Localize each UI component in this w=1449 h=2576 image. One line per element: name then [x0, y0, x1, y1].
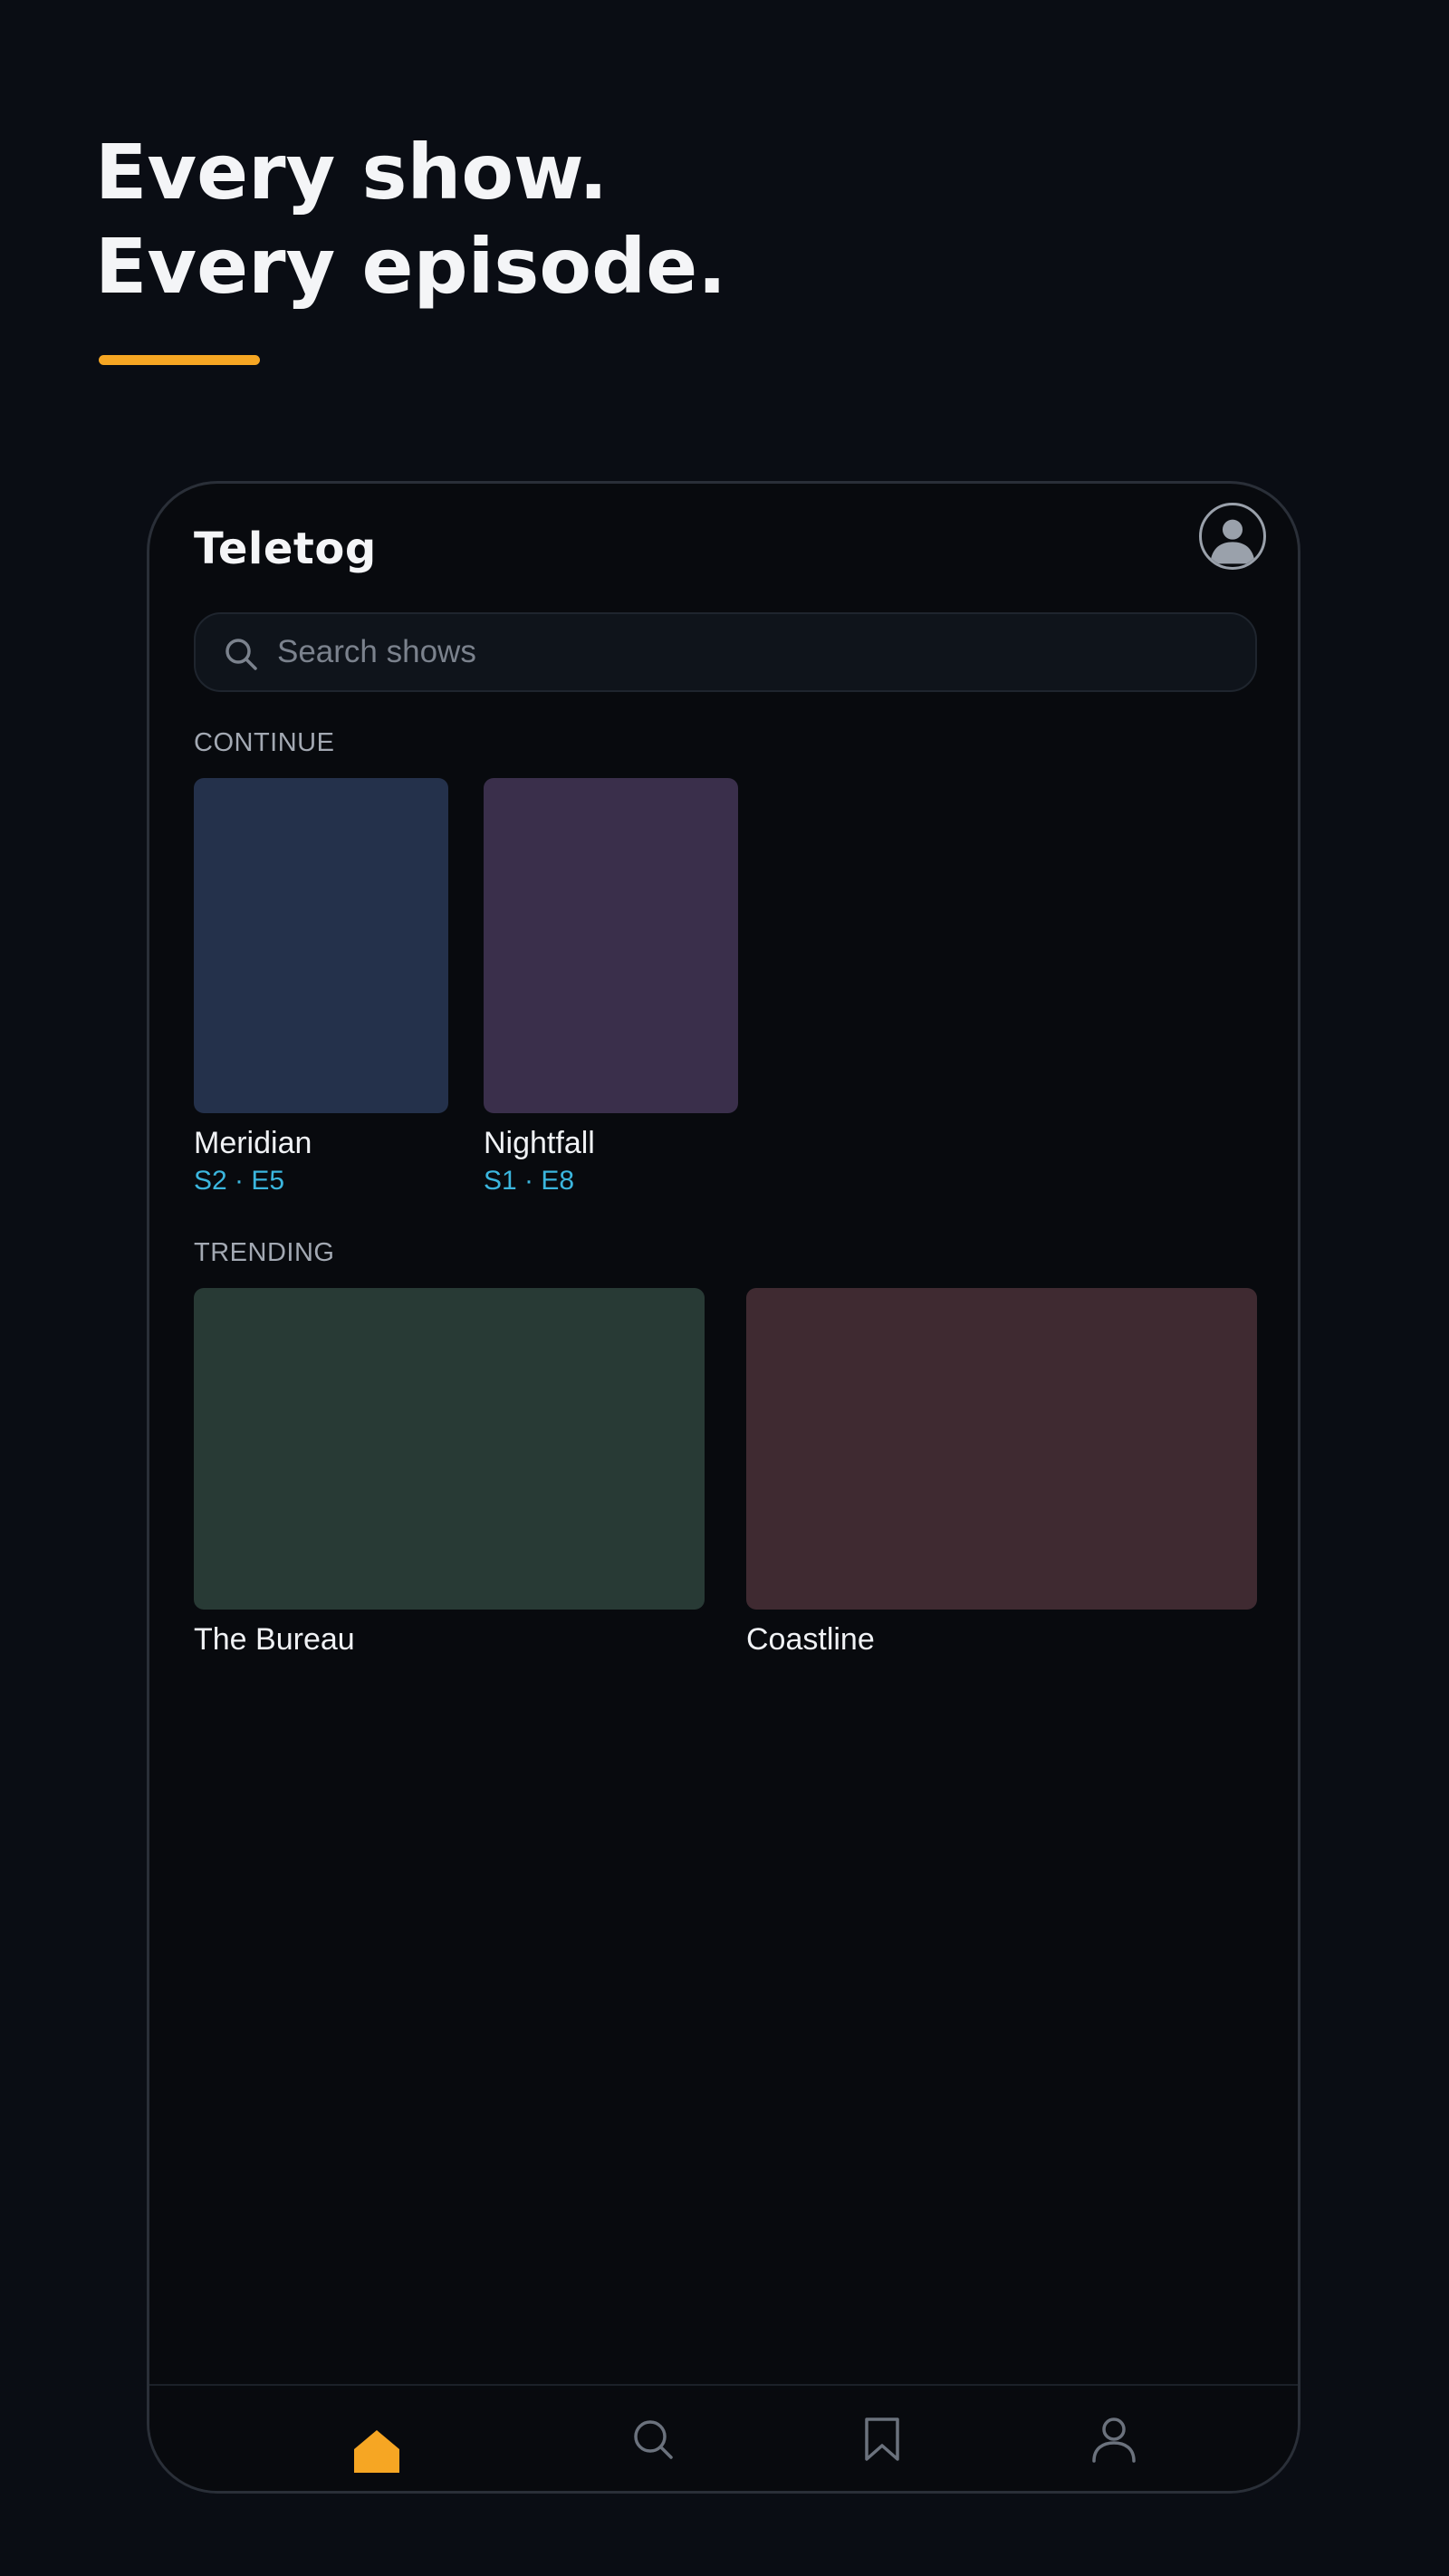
trending-card-coastline[interactable]: Coastline: [746, 1288, 1257, 1657]
nav-search-button[interactable]: [632, 2418, 674, 2460]
continue-card-meridian[interactable]: Meridian S2 · E5: [194, 778, 448, 1196]
hero-headline-line-2: Every episode.: [95, 222, 727, 311]
search-icon: [634, 2420, 673, 2459]
user-avatar-icon[interactable]: [1199, 503, 1266, 570]
phone-frame: Teletog CONTINUE Meridian S2 · E5 Nightf…: [147, 481, 1300, 2494]
nav-saved-button[interactable]: [864, 2417, 900, 2462]
hero-headline: Every show. Every episode.: [95, 125, 726, 313]
episode-progress: S2 · E5: [194, 1166, 285, 1196]
show-title: Coastline: [746, 1622, 875, 1657]
hero-accent-bar: [99, 355, 260, 365]
nav-home-button[interactable]: [353, 2429, 400, 2473]
bottom-nav: [149, 2384, 1298, 2491]
trending-section-label: TRENDING: [194, 1238, 335, 1267]
search-bar[interactable]: [194, 612, 1257, 692]
show-poster: [484, 778, 738, 1113]
bookmark-icon: [865, 2417, 899, 2461]
show-poster: [194, 778, 448, 1113]
continue-section-label: CONTINUE: [194, 728, 335, 757]
show-title: Nightfall: [484, 1126, 595, 1160]
show-poster: [194, 1288, 705, 1610]
continue-card-nightfall[interactable]: Nightfall S1 · E8: [484, 778, 738, 1196]
home-icon: [354, 2430, 399, 2473]
search-icon: [226, 639, 257, 670]
hero-headline-line-1: Every show.: [95, 128, 609, 216]
episode-progress: S1 · E8: [484, 1166, 575, 1196]
nav-profile-button[interactable]: [1091, 2416, 1137, 2463]
app-title: Teletog: [194, 524, 377, 574]
show-poster: [746, 1288, 1257, 1610]
search-input[interactable]: [277, 614, 1237, 690]
show-title: The Bureau: [194, 1622, 355, 1657]
profile-icon: [1092, 2417, 1136, 2463]
show-title: Meridian: [194, 1126, 312, 1160]
trending-card-the-bureau[interactable]: The Bureau: [194, 1288, 705, 1657]
